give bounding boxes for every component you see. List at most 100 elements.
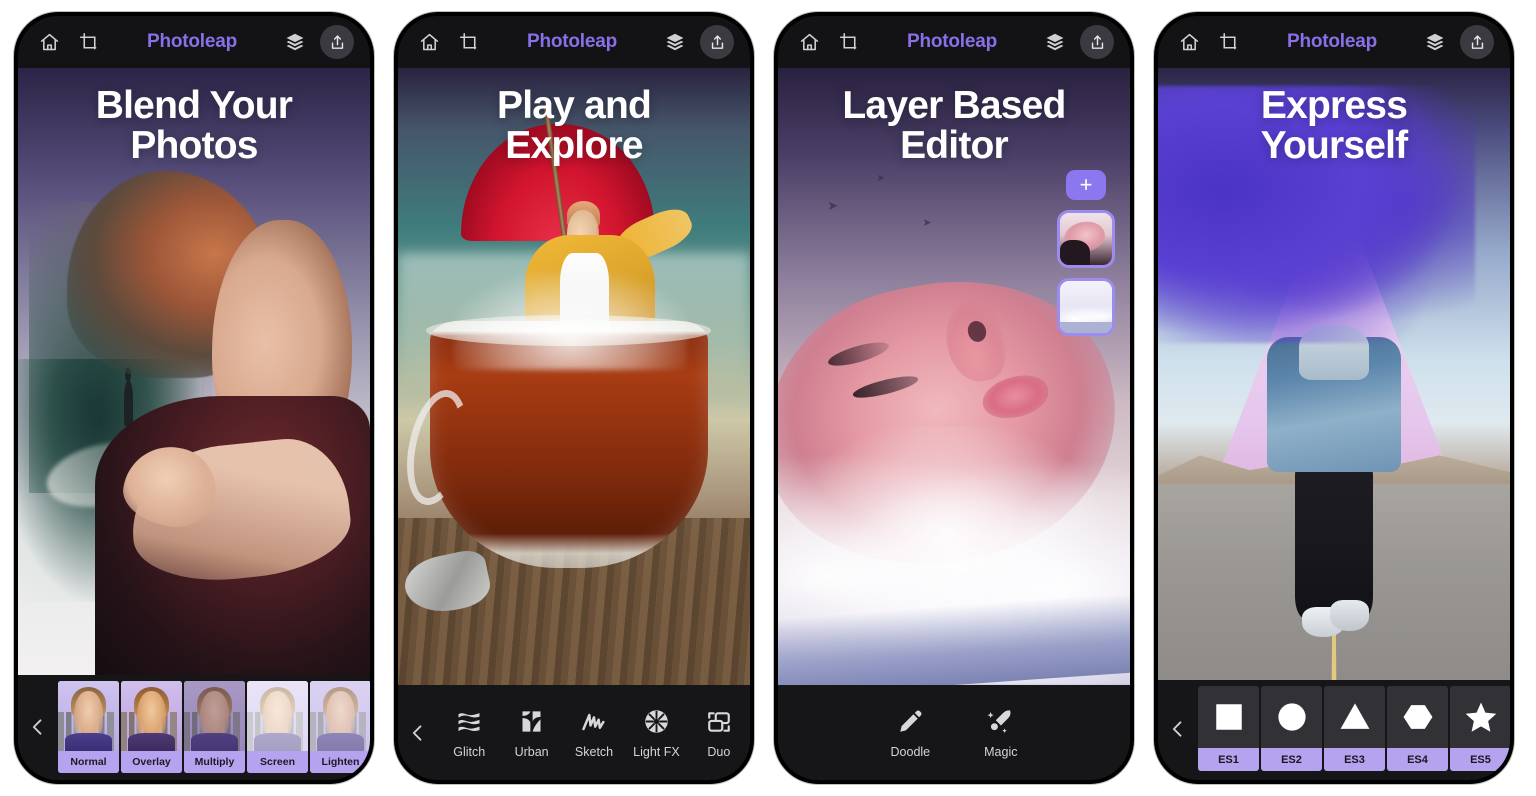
home-icon[interactable] — [414, 27, 444, 57]
list-item[interactable]: ES1 — [1198, 686, 1259, 771]
urban-icon — [518, 707, 545, 737]
filter-label: Multiply — [184, 751, 245, 773]
top-bar: Photoleap — [398, 16, 750, 68]
lightfx-icon — [643, 707, 670, 737]
top-bar: Photoleap — [778, 16, 1130, 68]
list-item[interactable]: Multiply — [184, 681, 245, 773]
page-title: Express Yourself — [1260, 84, 1409, 167]
layers-icon[interactable] — [280, 27, 310, 57]
blend-mode-strip[interactable]: Normal Overlay Multiply Screen Lighten — [58, 681, 370, 773]
tool-magic[interactable]: Magic — [984, 707, 1017, 759]
share-icon[interactable] — [1080, 25, 1114, 59]
crop-icon[interactable] — [834, 27, 864, 57]
app-store-screenshot-gallery: Photoleap Blend Your Photos Normal Overl… — [0, 0, 1536, 796]
layer-thumb-clouds[interactable] — [1057, 278, 1115, 336]
square-shape-icon — [1198, 686, 1259, 748]
share-icon[interactable] — [320, 25, 354, 59]
draw-tool-row[interactable]: Doodle Magic — [778, 707, 1130, 759]
list-item[interactable]: ES2 — [1261, 686, 1322, 771]
page-title: Layer Based Editor — [842, 84, 1066, 167]
phone-screen-play: Photoleap Play and Explore Glitch Urban … — [398, 16, 750, 780]
tool-duo[interactable]: Duo — [688, 707, 750, 759]
hexagon-shape-icon — [1387, 686, 1448, 748]
list-item[interactable]: Screen — [247, 681, 308, 773]
shape-label: ES3 — [1324, 748, 1385, 771]
list-item[interactable]: Lighten — [310, 681, 370, 773]
page-title: Blend Your Photos — [95, 84, 293, 167]
bottom-bar-filters: Normal Overlay Multiply Screen Lighten — [18, 675, 370, 780]
layer-panel[interactable]: + — [1057, 170, 1115, 336]
tool-label: Magic — [984, 744, 1018, 759]
home-icon[interactable] — [1174, 27, 1204, 57]
canvas-layers[interactable]: ➤ ➤ ➤ + Layer Based Editor — [778, 68, 1130, 685]
home-icon[interactable] — [34, 27, 64, 57]
layers-icon[interactable] — [660, 27, 690, 57]
phone-screen-blend: Photoleap Blend Your Photos Normal Overl… — [18, 16, 370, 780]
effects-tool-row[interactable]: Glitch Urban Sketch Light FX Duo — [438, 707, 750, 759]
chevron-left-icon[interactable] — [18, 715, 58, 739]
top-bar: Photoleap — [1158, 16, 1510, 68]
app-title: Photoleap — [526, 31, 618, 52]
phone-frame-play: Photoleap Play and Explore Glitch Urban … — [394, 12, 754, 784]
shape-strip[interactable]: ES1 ES2 ES3 ES4 ES5 — [1198, 686, 1510, 771]
bottom-bar-shapes: ES1 ES2 ES3 ES4 ES5 — [1158, 680, 1510, 780]
layer-thumb-face[interactable] — [1057, 210, 1115, 268]
app-title: Photoleap — [906, 31, 998, 52]
phone-frame-blend: Photoleap Blend Your Photos Normal Overl… — [14, 12, 374, 784]
list-item[interactable]: Overlay — [121, 681, 182, 773]
tool-sketch[interactable]: Sketch — [563, 707, 625, 759]
circle-shape-icon — [1261, 686, 1322, 748]
filter-preview — [121, 681, 182, 751]
layers-icon[interactable] — [1040, 27, 1070, 57]
crop-icon[interactable] — [74, 27, 104, 57]
bottom-bar-tools: Doodle Magic — [778, 685, 1130, 780]
glitch-icon — [455, 707, 483, 737]
bird-decoration: ➤ — [827, 197, 839, 213]
page-title: Play and Explore — [497, 84, 652, 167]
bird-decoration: ➤ — [876, 172, 885, 184]
tool-light-fx[interactable]: Light FX — [625, 707, 687, 759]
home-icon[interactable] — [794, 27, 824, 57]
crop-icon[interactable] — [454, 27, 484, 57]
filter-label: Lighten — [310, 751, 370, 773]
list-item[interactable]: Normal — [58, 681, 119, 773]
tool-label: Light FX — [633, 744, 680, 759]
top-bar: Photoleap — [18, 16, 370, 68]
list-item[interactable]: ES4 — [1387, 686, 1448, 771]
tool-doodle[interactable]: Doodle — [890, 707, 931, 759]
canvas-express[interactable]: Express Yourself — [1158, 68, 1510, 680]
filter-preview — [247, 681, 308, 751]
phone-frame-express: Photoleap Express Yourself ES1 ES2 ES3 E… — [1154, 12, 1514, 784]
phone-frame-layers: Photoleap ➤ ➤ ➤ + Layer Based Editor Doo… — [774, 12, 1134, 784]
tool-urban[interactable]: Urban — [500, 707, 562, 759]
list-item[interactable]: ES5 — [1450, 686, 1510, 771]
magic-wand-icon — [987, 707, 1014, 737]
share-icon[interactable] — [700, 25, 734, 59]
filter-preview — [58, 681, 119, 751]
filter-label: Normal — [58, 751, 119, 773]
phone-screen-express: Photoleap Express Yourself ES1 ES2 ES3 E… — [1158, 16, 1510, 780]
tool-glitch[interactable]: Glitch — [438, 707, 500, 759]
canvas-play[interactable]: Play and Explore — [398, 68, 750, 685]
shape-label: ES5 — [1450, 748, 1510, 771]
canvas-blend[interactable]: Blend Your Photos — [18, 68, 370, 675]
crop-icon[interactable] — [1214, 27, 1244, 57]
tool-label: Sketch — [574, 744, 614, 759]
phone-screen-layers: Photoleap ➤ ➤ ➤ + Layer Based Editor Doo… — [778, 16, 1130, 780]
sketch-icon — [580, 707, 608, 737]
tool-label: Glitch — [453, 744, 486, 759]
pencil-icon — [897, 707, 924, 737]
chevron-left-icon[interactable] — [398, 721, 438, 745]
chevron-left-icon[interactable] — [1158, 717, 1198, 741]
filter-preview — [184, 681, 245, 751]
duo-icon — [706, 707, 732, 737]
share-icon[interactable] — [1460, 25, 1494, 59]
tool-label: Doodle — [890, 744, 931, 759]
shape-label: ES4 — [1387, 748, 1448, 771]
list-item[interactable]: ES3 — [1324, 686, 1385, 771]
add-layer-button[interactable]: + — [1066, 170, 1106, 200]
layers-icon[interactable] — [1420, 27, 1450, 57]
app-title: Photoleap — [1286, 31, 1378, 52]
filter-label: Screen — [247, 751, 308, 773]
bottom-bar-tools: Glitch Urban Sketch Light FX Duo — [398, 685, 750, 780]
